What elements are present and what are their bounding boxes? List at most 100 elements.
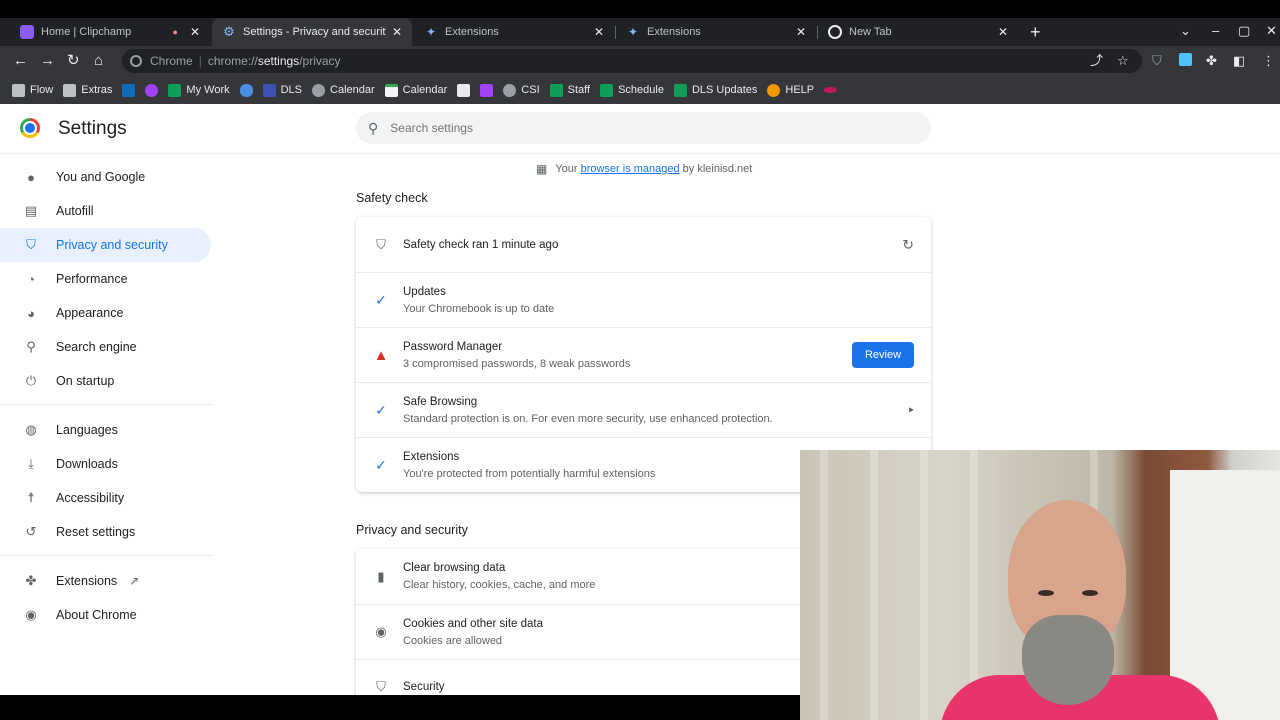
bookmark-label: Calendar [330, 84, 375, 96]
bookmark-app[interactable] [480, 83, 494, 97]
bookmark-dls[interactable]: DLS [262, 83, 302, 97]
search-input[interactable] [390, 121, 891, 135]
shield-extension-icon[interactable]: ⛉ [1152, 53, 1162, 68]
row-title: Password Manager [403, 340, 503, 353]
sidebar-item-downloads[interactable]: ⤓ Downloads [0, 447, 213, 481]
url-path: /privacy [299, 54, 341, 68]
bookmark-help[interactable]: HELP [767, 83, 814, 97]
managed-suffix: by kleinisd.net [682, 163, 753, 175]
browser-managed-link[interactable]: browser is managed [581, 163, 680, 175]
chrome-icon: ◉ [25, 607, 37, 622]
section-title-privacy: Privacy and security [356, 523, 468, 537]
plus-icon [600, 83, 614, 97]
extension-app-icon[interactable] [1179, 53, 1192, 69]
curtain-fold [820, 450, 828, 720]
puzzle-icon[interactable]: ✤ [1206, 53, 1217, 68]
chrome-icon [828, 25, 842, 39]
address-bar[interactable]: Chrome | chrome://settings/privacy [122, 49, 1142, 73]
tab-settings[interactable]: ⚙ Settings - Privacy and security ✕ [212, 18, 412, 46]
sidebar-item-languages[interactable]: ◍ Languages [0, 413, 213, 447]
close-icon[interactable]: ✕ [392, 25, 402, 39]
tab-extensions-1[interactable]: ✦ Extensions ✕ [414, 18, 614, 46]
tab-clipchamp[interactable]: Home | Clipchamp ● ✕ [10, 18, 210, 46]
warning-icon: ▲ [373, 346, 389, 364]
sidebar-divider [0, 404, 213, 405]
sidebar-item-performance[interactable]: ◔ Performance [0, 262, 213, 296]
maximize-icon[interactable]: ▢ [1238, 23, 1250, 39]
plus-icon [673, 83, 687, 97]
bookmark-staff[interactable]: Staff [549, 83, 591, 97]
bookmark-extras[interactable]: Extras [63, 83, 113, 97]
bookmark-calendar-1[interactable]: Calendar [312, 83, 375, 97]
bookmark-app[interactable] [457, 83, 471, 97]
refresh-icon[interactable]: ↻ [902, 236, 914, 253]
review-button[interactable]: Review [852, 342, 914, 368]
sidebar-item-reset-settings[interactable]: ↺ Reset settings [0, 515, 213, 549]
sidebar-item-privacy[interactable]: ⛉ Privacy and security [0, 228, 211, 262]
sidebar-item-you-and-google[interactable]: ● You and Google [0, 160, 213, 194]
sidebar-item-extensions[interactable]: ✤ Extensions ↗ [0, 564, 213, 598]
globe-icon [312, 83, 326, 97]
bookmark-flow[interactable]: Flow [12, 83, 53, 97]
sidebar-item-label: Downloads [56, 457, 118, 471]
close-icon[interactable]: ✕ [190, 25, 200, 39]
checkmark-icon: ✓ [375, 291, 387, 308]
back-icon[interactable]: ← [13, 52, 28, 69]
side-panel-icon[interactable]: ◧ [1233, 53, 1245, 68]
sidebar-item-on-startup[interactable]: ⏻ On startup [0, 364, 213, 398]
bookmark-app[interactable] [824, 87, 838, 93]
omnibox-url: chrome://settings/privacy [208, 54, 341, 68]
bookmark-csi[interactable]: CSI [503, 83, 540, 97]
search-settings[interactable]: ⚲ [356, 112, 931, 144]
star-icon[interactable]: ☆ [1117, 53, 1129, 68]
history-icon: ↺ [25, 524, 37, 539]
sidebar: ● You and Google ▤ Autofill ⛉ Privacy and s… [0, 160, 213, 632]
new-tab-button[interactable]: + [1030, 23, 1041, 41]
person-icon: ● [27, 169, 35, 185]
managed-notice: ▦ Your browser is managed by kleinisd.ne… [536, 162, 752, 176]
chevron-down-icon[interactable]: ⌄ [1180, 23, 1191, 39]
minimize-icon[interactable]: – [1212, 23, 1219, 38]
bookmarks-bar: Flow Extras My Work DLS Calendar Calenda… [0, 76, 1280, 104]
onedrive-icon [239, 83, 253, 97]
app-icon [767, 83, 781, 97]
menu-icon[interactable]: ⋮ [1262, 53, 1275, 68]
bookmark-label: Schedule [618, 84, 664, 96]
share-icon[interactable]: ⤴ [1090, 53, 1103, 68]
bookmark-dls-updates[interactable]: DLS Updates [673, 83, 758, 97]
tab-extensions-2[interactable]: ✦ Extensions ✕ [616, 18, 816, 46]
reload-icon[interactable]: ↻ [67, 52, 80, 69]
bookmark-label: Extras [81, 84, 113, 96]
forward-icon[interactable]: → [40, 52, 55, 69]
close-icon[interactable]: ✕ [796, 25, 806, 39]
puzzle-icon: ✤ [25, 573, 37, 588]
tab-new-tab[interactable]: New Tab ✕ [818, 18, 1018, 46]
bookmark-onedrive[interactable] [239, 83, 253, 97]
tab-title: New Tab [849, 26, 892, 38]
safety-row-safe-browsing[interactable]: ✓ Safe Browsing Standard protection is on… [356, 382, 931, 437]
page-title: Settings [58, 118, 127, 139]
globe-icon [503, 83, 517, 97]
bookmark-schedule[interactable]: Schedule [600, 83, 664, 97]
row-title: Extensions [403, 450, 460, 463]
shield-icon: ⛉ [376, 679, 386, 694]
close-icon[interactable]: ✕ [594, 25, 604, 39]
app-icon [824, 87, 838, 93]
close-icon[interactable]: ✕ [998, 25, 1008, 39]
sidebar-item-search-engine[interactable]: ⚲ Search engine [0, 330, 213, 364]
bookmark-my-work[interactable]: My Work [168, 83, 230, 97]
sidebar-item-label: Privacy and security [56, 238, 168, 252]
bookmark-app[interactable] [145, 83, 159, 97]
bookmark-label: DLS Updates [691, 84, 758, 96]
bookmark-calendar-2[interactable]: Calendar [384, 83, 447, 97]
sidebar-item-appearance[interactable]: ◕ Appearance [0, 296, 213, 330]
curtain-fold [870, 450, 878, 720]
plus-icon [549, 83, 563, 97]
bookmark-outlook[interactable] [122, 83, 136, 97]
sidebar-item-autofill[interactable]: ▤ Autofill [0, 194, 213, 228]
sidebar-item-about-chrome[interactable]: ◉ About Chrome [0, 598, 213, 632]
window-close-icon[interactable]: ✕ [1266, 23, 1277, 39]
bookmark-label: Staff [567, 84, 591, 96]
sidebar-item-accessibility[interactable]: ☨ Accessibility [0, 481, 213, 515]
home-icon[interactable]: ⌂ [94, 52, 103, 69]
